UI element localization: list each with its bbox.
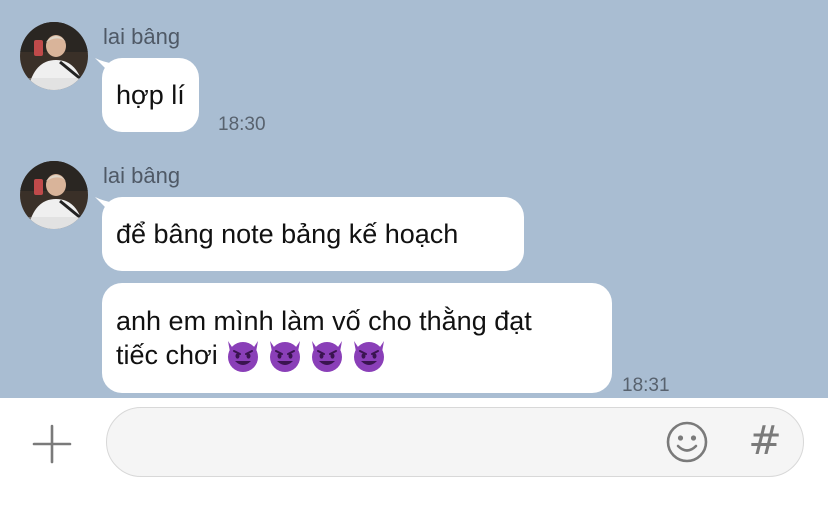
message-text-line-2: tiếc chơi	[116, 338, 598, 375]
sender-name: lai bâng	[103, 163, 181, 188]
hashtag-button[interactable]: #	[743, 418, 787, 464]
message-text-line: tiếc chơi	[116, 340, 218, 370]
sender-avatar[interactable]	[20, 161, 88, 229]
plus-icon	[32, 424, 72, 464]
smiling-devil-emoji	[350, 337, 388, 373]
smiling-devil-emoji	[224, 337, 262, 373]
message-bubble[interactable]: anh em mình làm vố cho thằng đạt tiếc ch…	[102, 283, 612, 393]
message-text: để bâng note bảng kế hoạch	[116, 219, 459, 249]
smiley-icon	[666, 421, 708, 463]
message-bubble[interactable]: để bâng note bảng kế hoạch	[102, 197, 524, 271]
message-time: 18:31	[622, 375, 670, 396]
message-time: 18:30	[218, 114, 266, 135]
smiling-devil-emoji	[308, 337, 346, 373]
message-input[interactable]	[127, 408, 651, 477]
sender-avatar[interactable]	[20, 22, 88, 90]
message-composer: #	[0, 398, 828, 505]
smiling-devil-emoji	[266, 337, 304, 373]
message-text-line: anh em mình làm vố cho thằng đạt	[116, 306, 532, 336]
message-text: hợp lí	[116, 80, 185, 110]
emoji-group	[224, 337, 388, 373]
chat-screen: lai bâng hợp lí 18:30 lai bâng để bâng n…	[0, 0, 828, 505]
add-attachment-button[interactable]	[30, 422, 74, 466]
message-bubble[interactable]: hợp lí	[102, 58, 199, 132]
message-list[interactable]: lai bâng hợp lí 18:30 lai bâng để bâng n…	[0, 0, 828, 398]
sender-name: lai bâng	[103, 24, 181, 49]
emoji-button[interactable]	[664, 419, 710, 465]
